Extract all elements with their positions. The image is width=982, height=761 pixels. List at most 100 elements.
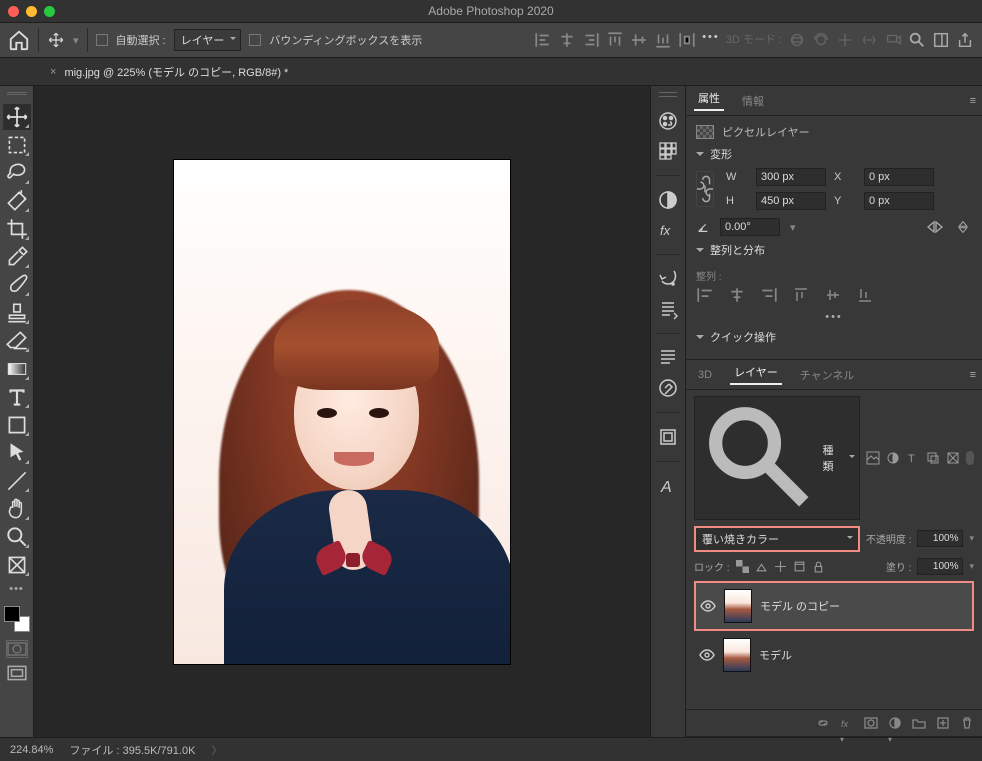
tab-info[interactable]: 情報 bbox=[738, 93, 768, 109]
close-window-button[interactable] bbox=[8, 6, 19, 17]
character-panel-icon[interactable]: A bbox=[656, 474, 680, 498]
move-tool[interactable] bbox=[3, 104, 31, 130]
share-icon[interactable] bbox=[956, 31, 974, 49]
align-left-edges-icon[interactable] bbox=[696, 287, 714, 303]
x-input[interactable]: 0 px bbox=[864, 168, 934, 186]
layer-item-copy[interactable]: モデル のコピー bbox=[694, 581, 974, 631]
new-layer-icon[interactable] bbox=[936, 716, 950, 730]
eraser-tool[interactable] bbox=[3, 328, 31, 354]
delete-layer-icon[interactable] bbox=[960, 716, 974, 730]
screen-mode-button[interactable] bbox=[6, 664, 28, 682]
filter-shape-icon[interactable] bbox=[926, 451, 940, 465]
adjustment-layer-icon[interactable]: ▾ bbox=[888, 716, 902, 730]
flip-horizontal-icon[interactable] bbox=[926, 220, 944, 234]
layers-panel-menu-icon[interactable]: ≡ bbox=[970, 369, 976, 381]
tab-layers[interactable]: レイヤー bbox=[730, 364, 782, 385]
document-canvas[interactable] bbox=[174, 160, 510, 664]
history-panel-icon[interactable] bbox=[656, 267, 680, 291]
styles-panel-icon[interactable]: fx bbox=[656, 218, 680, 242]
align-right-icon[interactable] bbox=[582, 31, 600, 49]
align-left-icon[interactable] bbox=[534, 31, 552, 49]
align-more-icon[interactable]: ••• bbox=[696, 311, 972, 323]
actions-panel-icon[interactable] bbox=[656, 376, 680, 400]
lock-transparent-icon[interactable] bbox=[736, 560, 749, 573]
3d-roll-icon[interactable] bbox=[812, 31, 830, 49]
filter-smartobj-icon[interactable] bbox=[946, 451, 960, 465]
flip-vertical-icon[interactable] bbox=[954, 220, 972, 234]
filter-type-icon[interactable]: T bbox=[906, 451, 920, 465]
fill-input[interactable]: 100% bbox=[917, 558, 963, 575]
auto-select-target-dropdown[interactable]: レイヤー bbox=[174, 29, 242, 51]
height-input[interactable]: 450 px bbox=[756, 192, 826, 210]
3d-slide-icon[interactable] bbox=[860, 31, 878, 49]
shape-tool[interactable] bbox=[3, 412, 31, 438]
search-icon[interactable] bbox=[908, 31, 926, 49]
tab-properties[interactable]: 属性 bbox=[694, 90, 724, 111]
align-vcenters-icon[interactable] bbox=[824, 287, 842, 303]
color-panel-icon[interactable] bbox=[656, 109, 680, 133]
angle-input[interactable]: 0.00° bbox=[720, 218, 780, 236]
home-button[interactable] bbox=[8, 29, 30, 51]
close-tab-icon[interactable]: × bbox=[50, 66, 56, 78]
eyedropper-tool[interactable] bbox=[3, 244, 31, 270]
color-swatches[interactable] bbox=[4, 606, 30, 632]
filter-adjustment-icon[interactable] bbox=[886, 451, 900, 465]
workspace-icon[interactable] bbox=[932, 31, 950, 49]
opacity-input[interactable]: 100% bbox=[917, 530, 963, 547]
libraries-panel-icon[interactable] bbox=[656, 425, 680, 449]
layer-visibility-icon[interactable] bbox=[700, 598, 716, 614]
align-vcenter-icon[interactable] bbox=[630, 31, 648, 49]
brush-tool[interactable] bbox=[3, 272, 31, 298]
magic-wand-tool[interactable] bbox=[3, 188, 31, 214]
layer-mask-icon[interactable] bbox=[864, 716, 878, 730]
width-input[interactable]: 300 px bbox=[756, 168, 826, 186]
auto-select-checkbox[interactable] bbox=[96, 34, 108, 46]
layer-style-icon[interactable]: fx▾ bbox=[840, 716, 854, 730]
stamp-tool[interactable] bbox=[3, 300, 31, 326]
swatches-panel-icon[interactable] bbox=[656, 139, 680, 163]
align-hcenters-icon[interactable] bbox=[728, 287, 746, 303]
edit-toolbar-icon[interactable]: ••• bbox=[3, 580, 31, 598]
crop-tool[interactable] bbox=[3, 216, 31, 242]
adjustments-panel-icon[interactable] bbox=[656, 188, 680, 212]
status-expand-icon[interactable]: 〉 bbox=[211, 742, 222, 758]
more-options-icon[interactable]: ••• bbox=[702, 31, 720, 49]
align-top-edges-icon[interactable] bbox=[792, 287, 810, 303]
gradient-tool[interactable] bbox=[3, 356, 31, 382]
link-wh-icon[interactable] bbox=[696, 171, 714, 207]
layer-thumbnail[interactable] bbox=[723, 638, 751, 672]
paragraph-panel-icon[interactable] bbox=[656, 346, 680, 370]
filter-pixel-icon[interactable] bbox=[866, 451, 880, 465]
document-tab[interactable]: × mig.jpg @ 225% (モデル のコピー, RGB/8#) * bbox=[40, 58, 298, 85]
layer-item-original[interactable]: モデル bbox=[694, 631, 974, 679]
link-layers-icon[interactable] bbox=[816, 716, 830, 730]
panel-menu-icon[interactable]: ≡ bbox=[970, 95, 976, 107]
3d-zoom-icon[interactable] bbox=[884, 31, 902, 49]
blend-mode-dropdown[interactable]: 覆い焼きカラー bbox=[694, 526, 860, 552]
3d-pan-icon[interactable] bbox=[836, 31, 854, 49]
align-section-header[interactable]: 整列と分布 bbox=[696, 242, 972, 258]
layer-thumbnail[interactable] bbox=[724, 589, 752, 623]
frame-tool[interactable] bbox=[3, 552, 31, 578]
group-layers-icon[interactable] bbox=[912, 716, 926, 730]
marquee-tool[interactable] bbox=[3, 132, 31, 158]
foreground-color-swatch[interactable] bbox=[4, 606, 20, 622]
path-select-tool[interactable] bbox=[3, 440, 31, 466]
transform-section-header[interactable]: 変形 bbox=[696, 146, 972, 162]
layer-visibility-icon[interactable] bbox=[699, 647, 715, 663]
brush-settings-panel-icon[interactable] bbox=[656, 297, 680, 321]
align-right-edges-icon[interactable] bbox=[760, 287, 778, 303]
canvas-area[interactable] bbox=[34, 86, 650, 737]
layer-name[interactable]: モデル bbox=[759, 647, 792, 663]
pen-tool[interactable] bbox=[3, 468, 31, 494]
panel-grip[interactable] bbox=[659, 92, 677, 97]
layer-filter-kind-dropdown[interactable]: 種類 bbox=[694, 396, 860, 520]
3d-orbit-icon[interactable] bbox=[788, 31, 806, 49]
lock-image-icon[interactable] bbox=[755, 560, 768, 573]
quick-actions-header[interactable]: クイック操作 bbox=[696, 329, 972, 345]
distribute-icon[interactable] bbox=[678, 31, 696, 49]
minimize-window-button[interactable] bbox=[26, 6, 37, 17]
align-bottom-icon[interactable] bbox=[654, 31, 672, 49]
type-tool[interactable] bbox=[3, 384, 31, 410]
align-bottom-edges-icon[interactable] bbox=[856, 287, 874, 303]
